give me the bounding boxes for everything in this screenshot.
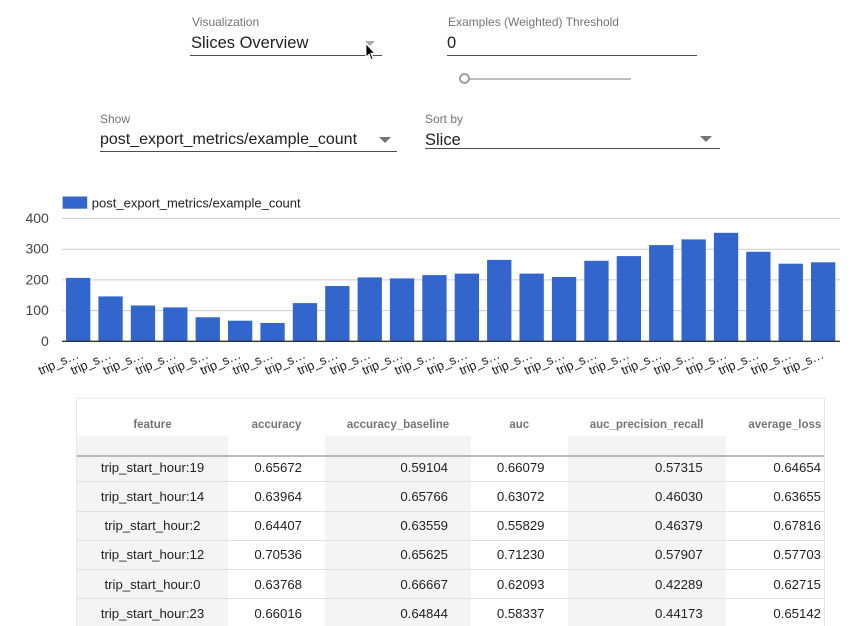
svg-text:100: 100	[25, 302, 49, 318]
svg-text:400: 400	[25, 210, 49, 226]
svg-text:post_export_metrics/example_co: post_export_metrics/example_count	[92, 196, 301, 211]
svg-text:300: 300	[25, 241, 49, 257]
svg-text:200: 200	[25, 271, 49, 287]
svg-text:0: 0	[41, 333, 49, 349]
